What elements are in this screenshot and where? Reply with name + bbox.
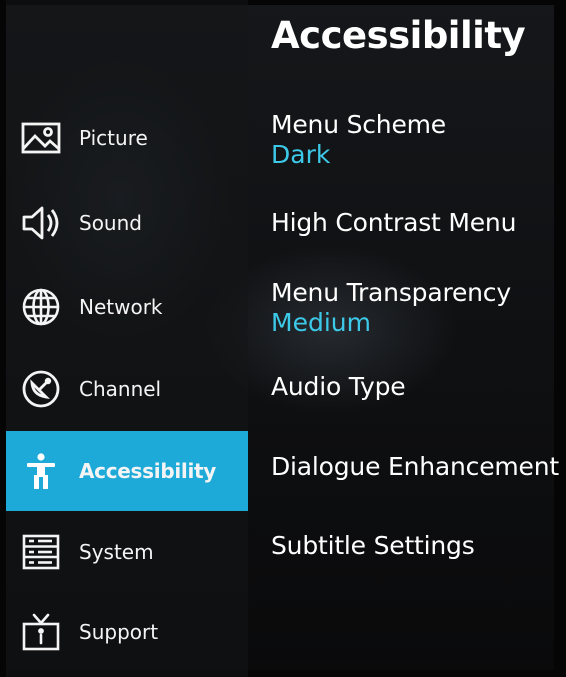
sidebar-item-system[interactable]: System: [6, 512, 248, 592]
sidebar-item-sound[interactable]: Sound: [6, 183, 248, 263]
sidebar-item-label: Sound: [79, 211, 142, 235]
sidebar-item-label: Network: [79, 295, 163, 319]
sidebar-item-label: Channel: [79, 377, 162, 401]
setting-audio-type[interactable]: Audio Type: [271, 372, 406, 401]
setting-menu-scheme[interactable]: Menu Scheme Dark: [271, 110, 446, 169]
settings-sidebar: Picture Sound Network Channel Accessibil…: [6, 0, 248, 677]
setting-subtitle-settings[interactable]: Subtitle Settings: [271, 531, 475, 560]
setting-name: Subtitle Settings: [271, 531, 475, 560]
page-title: Accessibility: [271, 14, 526, 57]
picture-icon: [19, 116, 63, 160]
setting-high-contrast-menu[interactable]: High Contrast Menu: [271, 208, 516, 237]
sidebar-item-support[interactable]: Support: [6, 592, 248, 672]
sidebar-item-network[interactable]: Network: [6, 267, 248, 347]
setting-name: Audio Type: [271, 372, 406, 401]
sidebar-item-label: System: [79, 540, 154, 564]
sidebar-item-label: Picture: [79, 126, 148, 150]
sidebar-item-channel[interactable]: Channel: [6, 349, 248, 429]
sidebar-item-label: Support: [79, 620, 159, 644]
bezel-right: [554, 0, 566, 677]
accessibility-icon: [19, 449, 63, 493]
setting-name: Menu Transparency: [271, 278, 511, 307]
sidebar-item-label: Accessibility: [79, 459, 216, 483]
tv-info-icon: [19, 610, 63, 654]
satellite-dish-icon: [19, 367, 63, 411]
setting-value: Dark: [271, 140, 331, 169]
setting-name: High Contrast Menu: [271, 208, 517, 237]
setting-menu-transparency[interactable]: Menu Transparency Medium: [271, 278, 511, 337]
server-icon: [19, 530, 63, 574]
sidebar-item-picture[interactable]: Picture: [6, 98, 248, 178]
setting-name: Dialogue Enhancement: [271, 452, 559, 481]
globe-icon: [19, 285, 63, 329]
sidebar-item-accessibility[interactable]: Accessibility: [6, 431, 248, 511]
speaker-icon: [19, 201, 63, 245]
setting-name: Menu Scheme: [271, 110, 446, 139]
setting-value: Medium: [271, 308, 371, 337]
setting-dialogue-enhancement[interactable]: Dialogue Enhancement: [271, 452, 559, 481]
